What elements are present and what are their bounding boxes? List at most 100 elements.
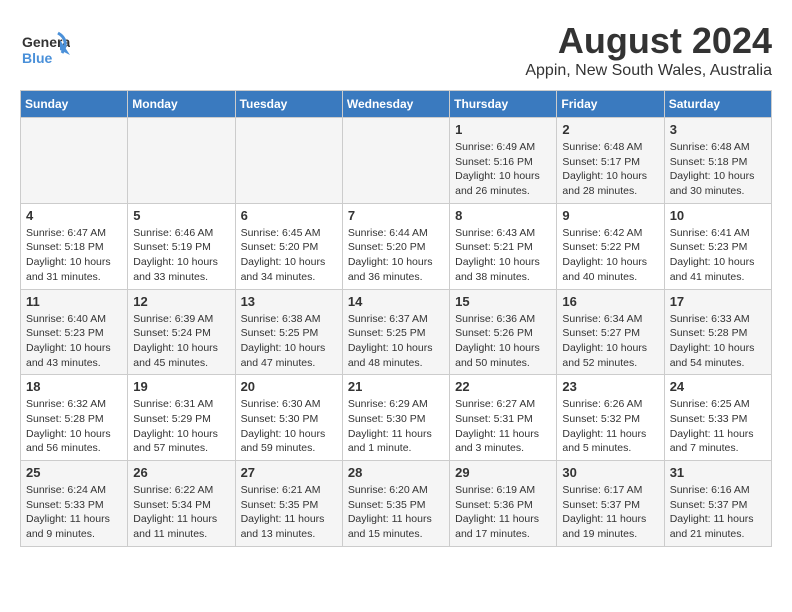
week-row-5: 25 Sunrise: 6:24 AMSunset: 5:33 PMDayligh…: [21, 461, 772, 547]
day-info: Sunrise: 6:49 AMSunset: 5:16 PMDaylight:…: [455, 140, 551, 199]
week-row-4: 18 Sunrise: 6:32 AMSunset: 5:28 PMDayligh…: [21, 375, 772, 461]
calendar-cell: 12 Sunrise: 6:39 AMSunset: 5:24 PMDayligh…: [128, 289, 235, 375]
day-number: 21: [348, 379, 444, 394]
day-info: Sunrise: 6:39 AMSunset: 5:24 PMDaylight:…: [133, 312, 229, 371]
day-header-tuesday: Tuesday: [235, 91, 342, 118]
calendar-cell: [128, 118, 235, 204]
day-info: Sunrise: 6:48 AMSunset: 5:17 PMDaylight:…: [562, 140, 658, 199]
calendar-cell: 10 Sunrise: 6:41 AMSunset: 5:23 PMDayligh…: [664, 203, 771, 289]
day-number: 17: [670, 294, 766, 309]
day-info: Sunrise: 6:17 AMSunset: 5:37 PMDaylight:…: [562, 483, 658, 542]
calendar-cell: 17 Sunrise: 6:33 AMSunset: 5:28 PMDayligh…: [664, 289, 771, 375]
day-info: Sunrise: 6:43 AMSunset: 5:21 PMDaylight:…: [455, 226, 551, 285]
title-section: August 2024 Appin, New South Wales, Aust…: [525, 20, 772, 80]
month-year-title: August 2024: [525, 20, 772, 62]
day-info: Sunrise: 6:42 AMSunset: 5:22 PMDaylight:…: [562, 226, 658, 285]
day-number: 3: [670, 122, 766, 137]
day-info: Sunrise: 6:31 AMSunset: 5:29 PMDaylight:…: [133, 397, 229, 456]
day-info: Sunrise: 6:30 AMSunset: 5:30 PMDaylight:…: [241, 397, 337, 456]
day-header-saturday: Saturday: [664, 91, 771, 118]
day-info: Sunrise: 6:32 AMSunset: 5:28 PMDaylight:…: [26, 397, 122, 456]
logo: General Blue: [20, 25, 70, 80]
days-header-row: SundayMondayTuesdayWednesdayThursdayFrid…: [21, 91, 772, 118]
day-number: 11: [26, 294, 122, 309]
calendar-cell: [342, 118, 449, 204]
calendar-cell: [235, 118, 342, 204]
day-number: 10: [670, 208, 766, 223]
calendar-cell: 15Sunrise: 6:36 AMSunset: 5:26 PMDayligh…: [450, 289, 557, 375]
calendar-cell: 28 Sunrise: 6:20 AMSunset: 5:35 PMDayligh…: [342, 461, 449, 547]
day-number: 5: [133, 208, 229, 223]
calendar-cell: 23Sunrise: 6:26 AMSunset: 5:32 PMDayligh…: [557, 375, 664, 461]
day-number: 13: [241, 294, 337, 309]
day-info: Sunrise: 6:46 AMSunset: 5:19 PMDaylight:…: [133, 226, 229, 285]
calendar-cell: 30Sunrise: 6:17 AMSunset: 5:37 PMDayligh…: [557, 461, 664, 547]
day-info: Sunrise: 6:41 AMSunset: 5:23 PMDaylight:…: [670, 226, 766, 285]
day-number: 25: [26, 465, 122, 480]
calendar-cell: 8 Sunrise: 6:43 AMSunset: 5:21 PMDaylight…: [450, 203, 557, 289]
day-number: 8: [455, 208, 551, 223]
day-info: Sunrise: 6:21 AMSunset: 5:35 PMDaylight:…: [241, 483, 337, 542]
calendar-cell: 26 Sunrise: 6:22 AMSunset: 5:34 PMDayligh…: [128, 461, 235, 547]
calendar-cell: 7 Sunrise: 6:44 AMSunset: 5:20 PMDaylight…: [342, 203, 449, 289]
day-number: 7: [348, 208, 444, 223]
calendar-cell: 9 Sunrise: 6:42 AMSunset: 5:22 PMDaylight…: [557, 203, 664, 289]
day-number: 20: [241, 379, 337, 394]
day-header-monday: Monday: [128, 91, 235, 118]
day-info: Sunrise: 6:19 AMSunset: 5:36 PMDaylight:…: [455, 483, 551, 542]
day-number: 2: [562, 122, 658, 137]
calendar-table: SundayMondayTuesdayWednesdayThursdayFrid…: [20, 90, 772, 547]
day-info: Sunrise: 6:27 AMSunset: 5:31 PMDaylight:…: [455, 397, 551, 456]
calendar-cell: 2 Sunrise: 6:48 AMSunset: 5:17 PMDaylight…: [557, 118, 664, 204]
day-info: Sunrise: 6:33 AMSunset: 5:28 PMDaylight:…: [670, 312, 766, 371]
day-number: 14: [348, 294, 444, 309]
day-info: Sunrise: 6:38 AMSunset: 5:25 PMDaylight:…: [241, 312, 337, 371]
day-info: Sunrise: 6:16 AMSunset: 5:37 PMDaylight:…: [670, 483, 766, 542]
day-info: Sunrise: 6:20 AMSunset: 5:35 PMDaylight:…: [348, 483, 444, 542]
day-number: 9: [562, 208, 658, 223]
calendar-cell: 11Sunrise: 6:40 AMSunset: 5:23 PMDayligh…: [21, 289, 128, 375]
day-number: 24: [670, 379, 766, 394]
day-info: Sunrise: 6:22 AMSunset: 5:34 PMDaylight:…: [133, 483, 229, 542]
day-info: Sunrise: 6:47 AMSunset: 5:18 PMDaylight:…: [26, 226, 122, 285]
calendar-cell: 20 Sunrise: 6:30 AMSunset: 5:30 PMDayligh…: [235, 375, 342, 461]
calendar-cell: 18 Sunrise: 6:32 AMSunset: 5:28 PMDayligh…: [21, 375, 128, 461]
calendar-cell: 21Sunrise: 6:29 AMSunset: 5:30 PMDayligh…: [342, 375, 449, 461]
calendar-cell: 14 Sunrise: 6:37 AMSunset: 5:25 PMDayligh…: [342, 289, 449, 375]
day-number: 22: [455, 379, 551, 394]
calendar-cell: [21, 118, 128, 204]
day-info: Sunrise: 6:37 AMSunset: 5:25 PMDaylight:…: [348, 312, 444, 371]
calendar-cell: 4 Sunrise: 6:47 AMSunset: 5:18 PMDaylight…: [21, 203, 128, 289]
day-number: 28: [348, 465, 444, 480]
day-header-friday: Friday: [557, 91, 664, 118]
day-number: 27: [241, 465, 337, 480]
day-info: Sunrise: 6:24 AMSunset: 5:33 PMDaylight:…: [26, 483, 122, 542]
calendar-cell: 16Sunrise: 6:34 AMSunset: 5:27 PMDayligh…: [557, 289, 664, 375]
week-row-2: 4 Sunrise: 6:47 AMSunset: 5:18 PMDaylight…: [21, 203, 772, 289]
day-info: Sunrise: 6:44 AMSunset: 5:20 PMDaylight:…: [348, 226, 444, 285]
day-number: 18: [26, 379, 122, 394]
calendar-cell: 6Sunrise: 6:45 AMSunset: 5:20 PMDaylight…: [235, 203, 342, 289]
day-number: 31: [670, 465, 766, 480]
calendar-cell: 29Sunrise: 6:19 AMSunset: 5:36 PMDayligh…: [450, 461, 557, 547]
day-info: Sunrise: 6:34 AMSunset: 5:27 PMDaylight:…: [562, 312, 658, 371]
day-number: 1: [455, 122, 551, 137]
calendar-cell: 5 Sunrise: 6:46 AMSunset: 5:19 PMDaylight…: [128, 203, 235, 289]
calendar-cell: 25 Sunrise: 6:24 AMSunset: 5:33 PMDayligh…: [21, 461, 128, 547]
day-info: Sunrise: 6:45 AMSunset: 5:20 PMDaylight:…: [241, 226, 337, 285]
day-number: 12: [133, 294, 229, 309]
day-number: 23: [562, 379, 658, 394]
calendar-cell: 13 Sunrise: 6:38 AMSunset: 5:25 PMDayligh…: [235, 289, 342, 375]
calendar-cell: 31 Sunrise: 6:16 AMSunset: 5:37 PMDayligh…: [664, 461, 771, 547]
page-header: General Blue August 2024 Appin, New Sout…: [20, 20, 772, 80]
week-row-3: 11Sunrise: 6:40 AMSunset: 5:23 PMDayligh…: [21, 289, 772, 375]
day-header-sunday: Sunday: [21, 91, 128, 118]
calendar-cell: 3Sunrise: 6:48 AMSunset: 5:18 PMDaylight…: [664, 118, 771, 204]
day-number: 26: [133, 465, 229, 480]
day-number: 19: [133, 379, 229, 394]
calendar-cell: 1 Sunrise: 6:49 AMSunset: 5:16 PMDaylight…: [450, 118, 557, 204]
day-header-wednesday: Wednesday: [342, 91, 449, 118]
day-number: 4: [26, 208, 122, 223]
week-row-1: 1 Sunrise: 6:49 AMSunset: 5:16 PMDaylight…: [21, 118, 772, 204]
svg-text:Blue: Blue: [22, 50, 53, 66]
